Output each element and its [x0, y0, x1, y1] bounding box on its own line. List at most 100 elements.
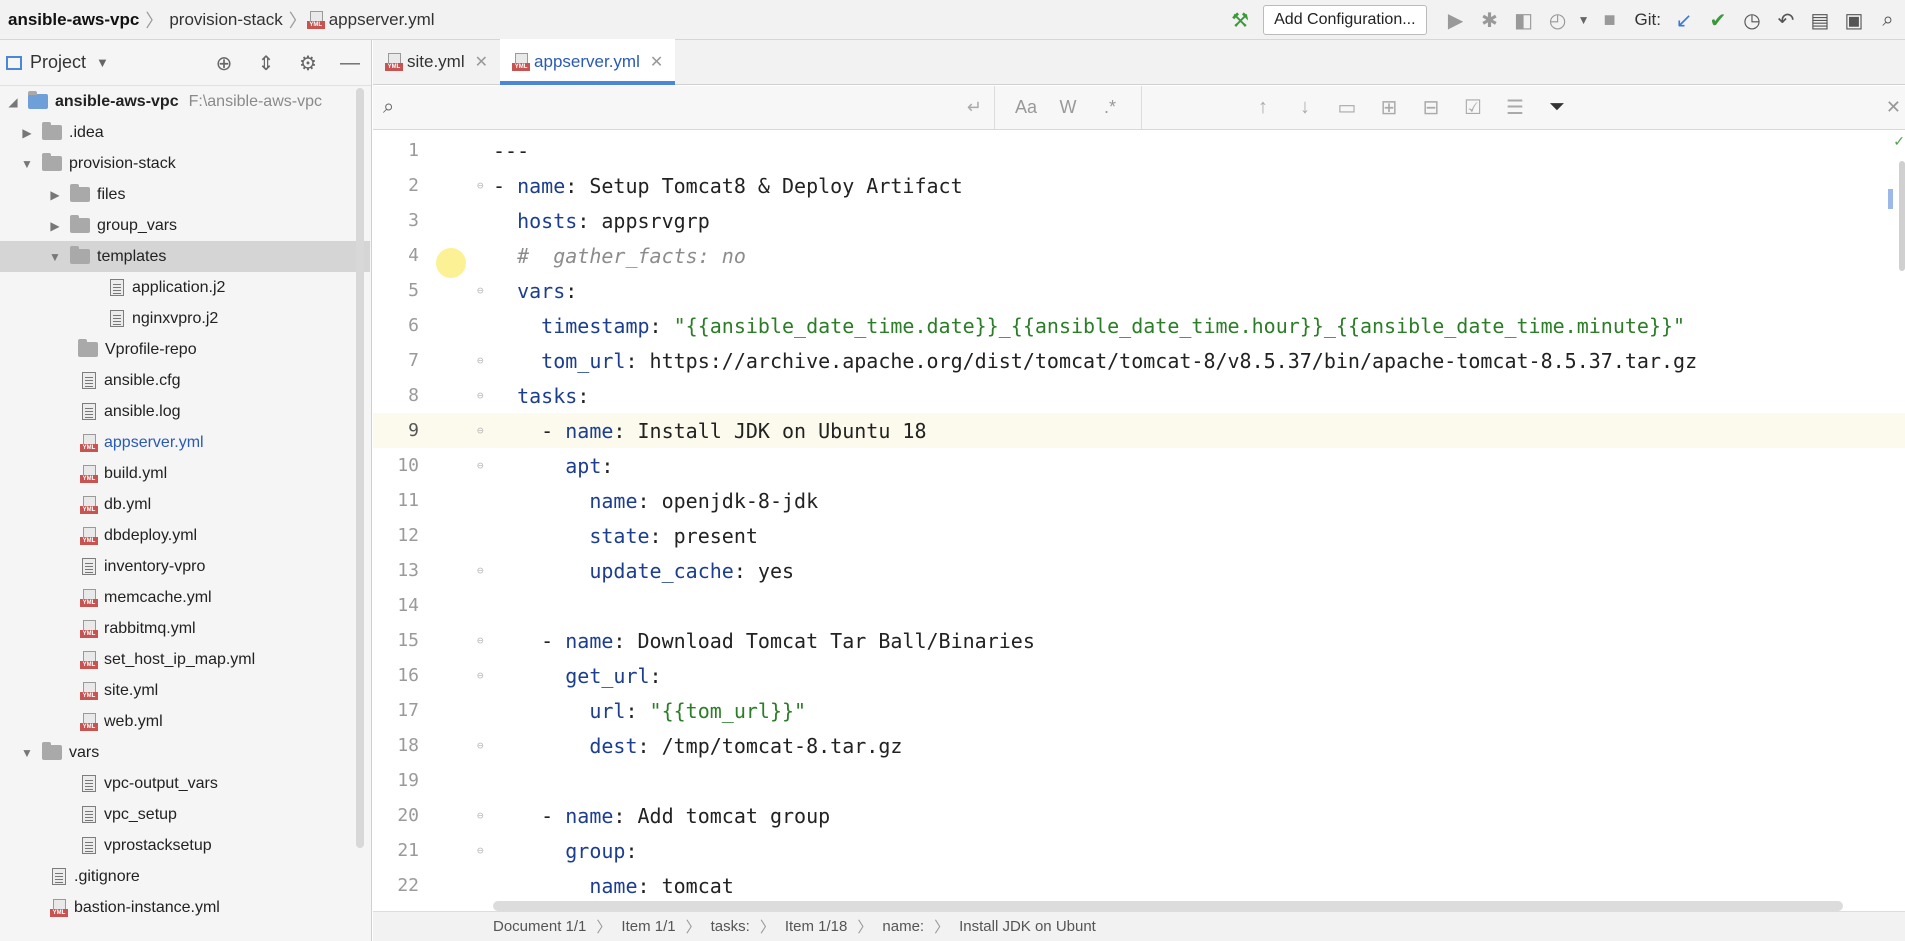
stop-icon[interactable]: ■ — [1593, 0, 1627, 40]
fold-marker-icon[interactable]: ⊖ — [477, 739, 484, 752]
code-line[interactable]: 7 ⊖ tom_url: https://archive.apache.org/d… — [373, 343, 1905, 378]
fold-marker-icon[interactable]: ⊖ — [477, 844, 484, 857]
breadcrumb-project[interactable]: ansible-aws-vpc — [8, 10, 145, 30]
debug-icon[interactable]: ✱ — [1473, 0, 1507, 40]
fold-marker-icon[interactable]: ⊖ — [477, 564, 484, 577]
match-case-icon[interactable]: Aa — [1005, 97, 1047, 118]
code-line[interactable]: 3 hosts: appsrvgrp — [373, 203, 1905, 238]
line-number[interactable]: 18 — [373, 735, 419, 756]
chevron-right-icon[interactable]: ▶ — [46, 219, 64, 233]
code-line[interactable]: 11 name: openjdk-8-jdk — [373, 483, 1905, 518]
terminal-icon[interactable]: ▣ — [1837, 0, 1871, 40]
tree-item-rabbitmq-yml[interactable]: YML rabbitmq.yml — [0, 613, 370, 644]
line-number[interactable]: 16 — [373, 665, 419, 686]
code-line[interactable]: 6 timestamp: "{{ansible_date_time.date}}… — [373, 308, 1905, 343]
code-line[interactable]: 12 state: present — [373, 518, 1905, 553]
breadcrumb-folder[interactable]: provision-stack — [163, 10, 288, 30]
tree-item-web-yml[interactable]: YML web.yml — [0, 706, 370, 737]
tree-item-site-yml[interactable]: YML site.yml — [0, 675, 370, 706]
tree-item-vpc-output-vars[interactable]: vpc-output_vars — [0, 768, 370, 799]
crumb-document[interactable]: Document 1/1 — [493, 918, 586, 935]
regex-icon[interactable]: .* — [1089, 97, 1131, 118]
chevron-down-icon[interactable]: ▼ — [18, 746, 36, 760]
tree-item-build-yml[interactable]: YML build.yml — [0, 458, 370, 489]
line-number[interactable]: 6 — [373, 315, 419, 336]
tree-item-dbdeploy-yml[interactable]: YML dbdeploy.yml — [0, 520, 370, 551]
tree-item-db-yml[interactable]: YML db.yml — [0, 489, 370, 520]
crumb-item[interactable]: Item 1/1 — [621, 918, 675, 935]
line-number[interactable]: 9 — [373, 420, 419, 441]
line-number[interactable]: 15 — [373, 630, 419, 651]
line-number[interactable]: 20 — [373, 805, 419, 826]
chevron-down-icon[interactable]: ◢ — [4, 95, 22, 109]
line-number[interactable]: 19 — [373, 770, 419, 791]
code-line[interactable]: 5 ⊖ vars: — [373, 273, 1905, 308]
tree-item-ansible-log[interactable]: ansible.log — [0, 396, 370, 427]
line-number[interactable]: 8 — [373, 385, 419, 406]
tab-site-yml[interactable]: YML site.yml ✕ — [373, 39, 500, 84]
fold-marker-icon[interactable]: ⊖ — [477, 354, 484, 367]
fold-marker-icon[interactable]: ⊖ — [477, 459, 484, 472]
code-line[interactable]: 14 — [373, 588, 1905, 623]
close-icon[interactable]: ✕ — [1886, 97, 1901, 118]
project-panel-title[interactable]: Project — [30, 52, 86, 73]
git-commit-icon[interactable]: ✔ — [1701, 0, 1735, 40]
line-number[interactable]: 5 — [373, 280, 419, 301]
tree-item-application-j2[interactable]: application.j2 — [0, 272, 370, 303]
tree-item-group-vars[interactable]: ▶ group_vars — [0, 210, 370, 241]
locate-icon[interactable]: ⊕ — [203, 51, 245, 76]
open-in-window-icon[interactable]: ▭ — [1326, 95, 1368, 120]
line-number[interactable]: 12 — [373, 525, 419, 546]
chevron-down-icon[interactable]: ▼ — [1575, 0, 1593, 40]
close-icon[interactable]: ✕ — [650, 52, 663, 72]
search-everywhere-icon[interactable]: ⌕ — [1871, 0, 1905, 40]
code-line[interactable]: 16 ⊖ get_url: — [373, 658, 1905, 693]
hide-icon[interactable]: — — [329, 52, 371, 75]
tree-item-nginxvpro-j2[interactable]: nginxvpro.j2 — [0, 303, 370, 334]
tree-item-inventory-vpro[interactable]: inventory-vpro — [0, 551, 370, 582]
line-number[interactable]: 22 — [373, 875, 419, 896]
fold-marker-icon[interactable]: ⊖ — [477, 284, 484, 297]
collapse-all-icon[interactable]: ⇕ — [245, 51, 287, 76]
code-line[interactable]: 2 ⊖ - name: Setup Tomcat8 & Deploy Artifac… — [373, 168, 1905, 203]
whole-words-icon[interactable]: W — [1047, 97, 1089, 118]
tab-appserver-yml[interactable]: YML appserver.yml ✕ — [500, 39, 676, 85]
run-icon[interactable]: ▶ — [1439, 0, 1473, 40]
new-line-icon[interactable]: ↵ — [967, 97, 982, 118]
tree-item-vpc-setup[interactable]: vpc_setup — [0, 799, 370, 830]
code-line[interactable]: 8 ⊖ tasks: — [373, 378, 1905, 413]
tree-item-files[interactable]: ▶ files — [0, 179, 370, 210]
chevron-down-icon[interactable]: ▼ — [96, 55, 109, 70]
line-number[interactable]: 3 — [373, 210, 419, 231]
fold-marker-icon[interactable]: ⊖ — [477, 634, 484, 647]
horizontal-scrollbar[interactable] — [493, 901, 1843, 911]
tree-item-ansible-cfg[interactable]: ansible.cfg — [0, 365, 370, 396]
select-all-occurrences-icon[interactable]: ☑ — [1452, 95, 1494, 120]
code-editor[interactable]: 1 --- 2 ⊖ - name: Setup Tomcat8 & Deploy Art… — [373, 131, 1905, 911]
breadcrumb-file[interactable]: appserver.yml — [329, 10, 441, 30]
filter-icon[interactable]: ⏷ — [1536, 96, 1578, 119]
line-number[interactable]: 17 — [373, 700, 419, 721]
code-line[interactable]: 13 ⊖ update_cache: yes — [373, 553, 1905, 588]
arrow-up-icon[interactable]: ↑ — [1242, 96, 1284, 119]
tree-item-idea[interactable]: ▶ .idea — [0, 117, 370, 148]
line-number[interactable]: 2 — [373, 175, 419, 196]
git-update-icon[interactable]: ↙ — [1667, 0, 1701, 40]
line-number[interactable]: 14 — [373, 595, 419, 616]
line-number[interactable]: 10 — [373, 455, 419, 476]
tree-item-gitignore[interactable]: .gitignore — [0, 861, 370, 892]
tree-item-vprofile-repo[interactable]: Vprofile-repo — [0, 334, 370, 365]
code-line[interactable]: 20 ⊖ - name: Add tomcat group — [373, 798, 1905, 833]
coverage-icon[interactable]: ◧ — [1507, 0, 1541, 40]
sidebar-scrollbar[interactable] — [356, 88, 364, 848]
inspection-ok-icon[interactable]: ✓ — [1893, 133, 1905, 150]
git-history-icon[interactable]: ◷ — [1735, 0, 1769, 40]
close-icon[interactable]: ✕ — [475, 52, 488, 72]
tree-item-bastion-instance-yml[interactable]: YML bastion-instance.yml — [0, 892, 370, 923]
tree-item-root[interactable]: ◢ ansible-aws-vpc F:\ansible-aws-vpc — [0, 86, 370, 117]
code-line[interactable]: 15 ⊖ - name: Download Tomcat Tar Ball/Bin… — [373, 623, 1905, 658]
code-line[interactable]: 9 ⊖ - name: Install JDK on Ubuntu 18 — [373, 413, 1905, 448]
line-number[interactable]: 4 — [373, 245, 419, 266]
tree-item-templates[interactable]: ▼ templates — [0, 241, 370, 272]
add-occurrence-icon[interactable]: ⊞ — [1368, 95, 1410, 120]
